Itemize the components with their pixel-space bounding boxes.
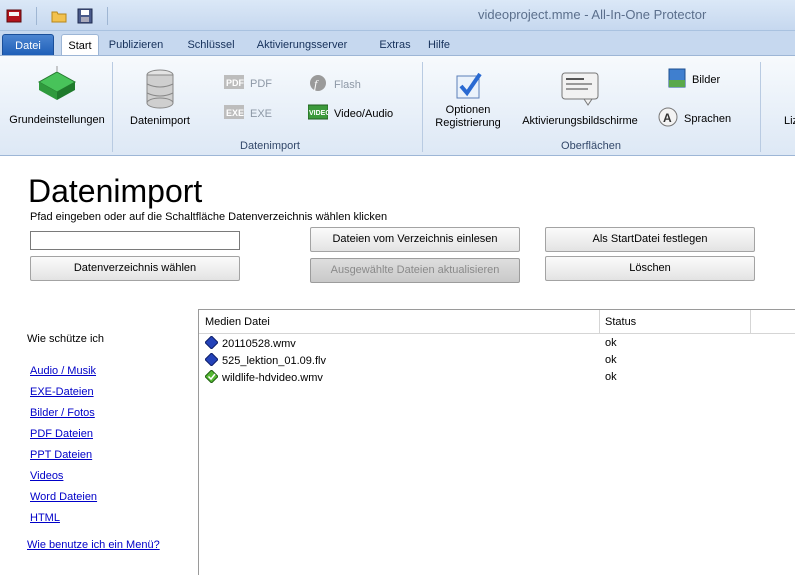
ribbon: Grundeinstellungen Datenimport PDF PDF E… [0, 55, 795, 156]
green-diamond-check-icon [204, 369, 219, 386]
sprachen-button[interactable]: A Sprachen [658, 107, 731, 130]
column-header-status[interactable]: Status [605, 316, 636, 328]
title-bar: videoproject.mme - All-In-One Protector [0, 0, 795, 31]
tab-aktivierungsserver[interactable]: Aktivierungsserver [252, 34, 352, 56]
datenverzeichnis-waehlen-button[interactable]: Datenverzeichnis wählen [30, 256, 240, 281]
green-cube-icon [4, 64, 110, 108]
datenimport-label: Datenimport [130, 115, 190, 127]
lizenz-button-truncated[interactable]: Liz [784, 115, 795, 127]
app-menu-icon[interactable] [4, 6, 24, 26]
svg-text:VIDEO: VIDEO [309, 110, 328, 117]
optionen-label: Optionen [445, 104, 491, 116]
help-link-ppt[interactable]: PPT Dateien [30, 449, 92, 461]
pdf-button[interactable]: PDF PDF [224, 74, 272, 93]
status-cell: ok [605, 371, 617, 383]
video-icon: VIDEO [307, 104, 331, 123]
column-divider[interactable] [599, 310, 600, 334]
registrierung-label: Registrierung [435, 117, 501, 129]
file-name: wildlife-hdvideo.wmv [222, 372, 323, 384]
als-startdatei-button[interactable]: Als StartDatei festlegen [545, 227, 755, 252]
group-label-datenimport: Datenimport [240, 140, 300, 152]
exe-label: EXE [250, 107, 273, 120]
help-link-audio[interactable]: Audio / Musik [30, 365, 96, 377]
bilder-label: Bilder [692, 73, 721, 86]
dateien-aktualisieren-button[interactable]: Ausgewählte Dateien aktualisieren [310, 258, 520, 283]
help-link-word[interactable]: Word Dateien [30, 491, 97, 503]
bilder-button[interactable]: Bilder [668, 68, 720, 91]
dateien-einlesen-button[interactable]: Dateien vom Verzeichnis einlesen [310, 227, 520, 252]
group-label-oberflaechen: Oberflächen [561, 140, 621, 152]
toolbar-divider [107, 7, 108, 25]
tab-publizieren[interactable]: Publizieren [104, 34, 168, 56]
help-link-bilder[interactable]: Bilder / Fotos [30, 407, 95, 419]
video-audio-label: Video/Audio [334, 107, 394, 120]
picture-icon [668, 68, 686, 91]
loeschen-button[interactable]: Löschen [545, 256, 755, 281]
column-divider[interactable] [750, 310, 751, 334]
file-name: 525_lektion_01.09.flv [222, 355, 326, 367]
exe-icon: EXE [224, 104, 244, 123]
status-cell: ok [605, 337, 617, 349]
media-file-table[interactable]: Medien Datei Status 20110528.wmv ok 525_… [198, 309, 795, 575]
grundeinstellungen-label: Grundeinstellungen [9, 114, 105, 126]
ribbon-divider [112, 62, 113, 152]
svg-text:PDF: PDF [226, 78, 244, 88]
quick-access-toolbar [4, 6, 114, 26]
dialog-window-icon [518, 68, 642, 110]
file-name-cell: wildlife-hdvideo.wmv [204, 369, 323, 386]
help-link-exe[interactable]: EXE-Dateien [30, 386, 94, 398]
ribbon-divider [760, 62, 761, 152]
save-disk-icon[interactable] [75, 6, 95, 26]
datenimport-button[interactable]: Datenimport [124, 68, 196, 128]
pdf-icon: PDF [224, 74, 245, 93]
toolbar-divider [36, 7, 37, 25]
grundeinstellungen-button[interactable]: Grundeinstellungen [4, 64, 110, 127]
letter-a-icon: A [658, 107, 678, 130]
table-header: Medien Datei Status [199, 310, 795, 334]
table-row[interactable]: 20110528.wmv ok [199, 335, 795, 352]
column-header-medien-datei[interactable]: Medien Datei [205, 316, 270, 328]
exe-button[interactable]: EXE EXE [224, 104, 272, 123]
ribbon-tab-row: Datei Start Publizieren Schlüssel Aktivi… [0, 31, 795, 58]
page-title: Datenimport [28, 173, 203, 209]
help-link-menu[interactable]: Wie benutze ich ein Menü? [27, 539, 160, 551]
ribbon-divider [422, 62, 423, 152]
status-cell: ok [605, 354, 617, 366]
file-name: 20110528.wmv [222, 338, 296, 350]
tab-datei[interactable]: Datei [2, 34, 54, 56]
svg-text:A: A [663, 111, 672, 125]
help-link-videos[interactable]: Videos [30, 470, 63, 482]
help-heading: Wie schütze ich [27, 333, 105, 345]
blue-diamond-icon [204, 352, 219, 369]
table-row[interactable]: 525_lektion_01.09.flv ok [199, 352, 795, 369]
video-audio-button[interactable]: VIDEO Video/Audio [307, 104, 394, 123]
aktivierungsbildschirme-button[interactable]: Aktivierungsbildschirme [518, 68, 642, 128]
window-title: videoproject.mme - All-In-One Protector [478, 7, 707, 22]
tab-schluessel[interactable]: Schlüssel [182, 34, 240, 56]
help-link-pdf[interactable]: PDF Dateien [30, 428, 93, 440]
tab-extras[interactable]: Extras [374, 34, 416, 56]
svg-text:EXE: EXE [226, 108, 244, 118]
flash-icon: f [308, 74, 328, 95]
path-hint-text: Pfad eingeben oder auf die Schaltfläche … [30, 211, 388, 223]
help-link-html[interactable]: HTML [30, 512, 60, 524]
flash-button[interactable]: f Flash [308, 74, 361, 95]
checkbox-check-icon [430, 68, 506, 102]
aktivierungsbildschirme-label: Aktivierungsbildschirme [522, 115, 638, 127]
table-row[interactable]: wildlife-hdvideo.wmv ok [199, 369, 795, 386]
file-name-cell: 525_lektion_01.09.flv [204, 352, 326, 369]
database-icon [124, 68, 196, 110]
blue-diamond-icon [204, 335, 219, 352]
optionen-registrierung-button[interactable]: Optionen Registrierung [430, 68, 506, 130]
sprachen-label: Sprachen [684, 112, 732, 125]
flash-label: Flash [334, 78, 361, 91]
open-folder-icon[interactable] [49, 6, 69, 26]
path-input[interactable] [30, 231, 240, 250]
file-name-cell: 20110528.wmv [204, 335, 296, 352]
tab-hilfe[interactable]: Hilfe [424, 34, 454, 56]
pdf-label: PDF [250, 77, 272, 90]
